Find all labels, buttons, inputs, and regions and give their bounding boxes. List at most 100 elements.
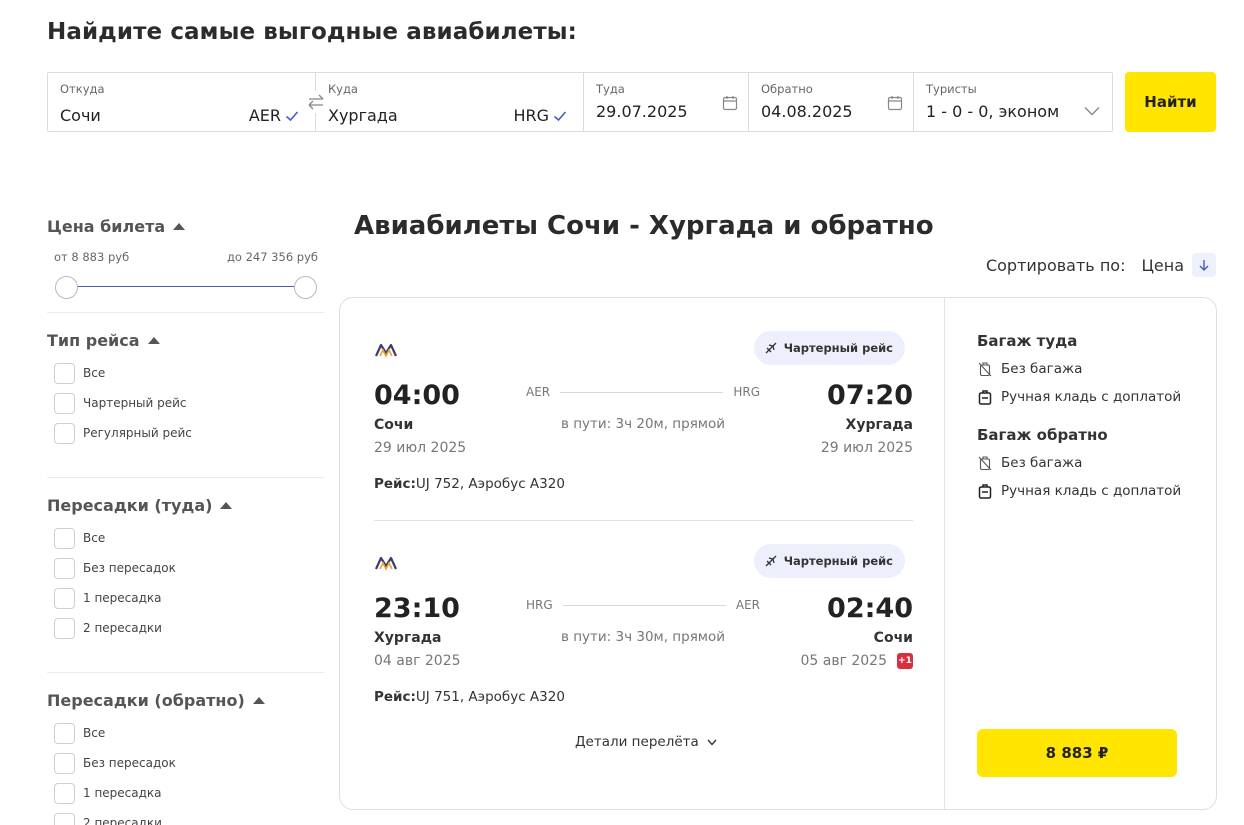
tourists-value: 1 - 0 - 0, эконом [926, 102, 1060, 121]
departure-city: Хургада [374, 630, 442, 646]
tourists-label: Туристы [926, 82, 977, 96]
flight-info-value: UJ 752, Аэробус А320 [415, 476, 565, 492]
depart-date-field[interactable]: Туда 29.07.2025 [584, 73, 749, 131]
chevron-down-icon [1084, 107, 1100, 116]
tourists-field[interactable]: Туристы 1 - 0 - 0, эконом [914, 73, 1112, 131]
price-min-handle[interactable] [55, 276, 78, 299]
stops-back-title[interactable]: Пересадки (обратно) [47, 691, 324, 710]
checkbox-label: Без пересадок [83, 561, 176, 575]
stops-there-title[interactable]: Пересадки (туда) [47, 496, 324, 515]
baggage-there-title: Багаж туда [977, 332, 1078, 350]
depart-value: 29.07.2025 [596, 102, 688, 121]
checkbox-row[interactable]: Все [47, 718, 324, 748]
checkbox[interactable] [54, 752, 75, 774]
checkbox[interactable] [54, 722, 75, 744]
check-icon [553, 110, 567, 121]
flight-type-label: Тип рейса [47, 331, 140, 350]
flight-type-title[interactable]: Тип рейса [47, 331, 324, 350]
checkbox-label: Все [83, 366, 106, 380]
flight-info-label: Рейс: [374, 476, 416, 492]
stops-there-label: Пересадки (туда) [47, 496, 213, 515]
checkbox-label: 2 пересадки [83, 621, 162, 635]
from-field[interactable]: Откуда Сочи AER [48, 73, 327, 131]
route-line: HRG AER [526, 598, 760, 612]
page-title: Найдите самые выгодные авиабилеты: [47, 19, 577, 45]
flight-duration: в пути: 3ч 30м, прямой [560, 629, 726, 645]
checkbox[interactable] [54, 587, 75, 609]
checkbox-row[interactable]: Без пересадок [47, 748, 324, 778]
divider [47, 672, 324, 673]
hand-luggage-icon [978, 484, 992, 499]
results-title: Авиабилеты Сочи - Хургада и обратно [354, 211, 934, 241]
price-min-label: от 8 883 руб [54, 250, 130, 264]
hand-luggage-label: Ручная кладь с доплатой [1001, 389, 1182, 405]
flight-info: Рейс:UJ 752, Аэробус А320 [374, 476, 565, 492]
charter-badge-label: Чартерный рейс [783, 554, 893, 568]
sort-value[interactable]: Цена [1141, 256, 1184, 275]
sort-control[interactable]: Сортировать по: Цена [986, 253, 1216, 277]
price-range-track[interactable] [66, 286, 306, 287]
arrival-time: 02:40 [827, 593, 913, 624]
departure-date: 29 июл 2025 [374, 440, 467, 456]
checkbox-row[interactable]: Без пересадок [47, 553, 324, 583]
flight-details-link[interactable]: Детали перелёта [575, 734, 717, 750]
from-code: AER [249, 106, 299, 125]
checkbox[interactable] [54, 617, 75, 639]
charter-badge: Чартерный рейс [753, 331, 905, 365]
from-value: Сочи [60, 106, 101, 125]
baggage-row: Ручная кладь с доплатой [977, 483, 1181, 499]
return-label: Обратно [761, 82, 813, 96]
stops-back-filter: Пересадки (обратно) Все Без пересадок 1 … [47, 691, 324, 825]
collapse-arrow-icon [220, 502, 233, 509]
ticket-flights: Чартерный рейс 04:00 AER HRG в пути: 3ч … [340, 298, 945, 809]
checkbox[interactable] [54, 362, 75, 384]
checkbox[interactable] [54, 422, 75, 444]
checkbox-label: Все [83, 726, 106, 740]
checkbox-row[interactable]: Все [47, 523, 324, 553]
sort-label: Сортировать по: [985, 255, 1126, 275]
return-value: 04.08.2025 [761, 102, 853, 121]
checkbox-row[interactable]: 2 пересадки [47, 613, 324, 643]
hand-luggage-icon [978, 390, 992, 405]
chevron-down-icon [707, 739, 717, 746]
check-icon [285, 110, 299, 121]
to-field[interactable]: Куда Хургада HRG [316, 73, 584, 131]
price-filter-title[interactable]: Цена билета [47, 217, 324, 236]
charter-badge: Чартерный рейс [753, 544, 905, 578]
arrival-city: Хургада [845, 417, 913, 433]
from-label: Откуда [60, 82, 105, 96]
checkbox[interactable] [54, 782, 75, 804]
price-filter-label: Цена билета [47, 217, 166, 236]
checkbox-row[interactable]: Все [47, 358, 324, 388]
departure-code: HRG [526, 598, 553, 612]
swap-icon[interactable] [305, 91, 327, 113]
leg-divider [374, 520, 913, 521]
checkbox[interactable] [54, 527, 75, 549]
price-range-labels: от 8 883 руб до 247 356 руб [54, 250, 318, 264]
checkbox-row[interactable]: 1 пересадка [47, 778, 324, 808]
checkbox-row[interactable]: 2 пересадки [47, 808, 324, 825]
checkbox[interactable] [54, 557, 75, 579]
departure-time: 23:10 [374, 593, 460, 624]
checkbox[interactable] [54, 392, 75, 414]
checkbox-row[interactable]: Регулярный рейс [47, 418, 324, 448]
return-date-field[interactable]: Обратно 04.08.2025 [749, 73, 914, 131]
price-max-handle[interactable] [294, 276, 317, 299]
sort-arrow-icon[interactable] [1192, 253, 1216, 277]
calendar-icon [887, 96, 903, 111]
price-button[interactable]: 8 883 ₽ [977, 729, 1177, 777]
arrival-date: 29 июл 2025 [821, 440, 913, 456]
baggage-row: Без багажа [977, 361, 1082, 377]
depart-label: Туда [596, 82, 625, 96]
stops-back-label: Пересадки (обратно) [47, 691, 245, 710]
divider [47, 312, 324, 313]
no-baggage-icon [978, 362, 992, 377]
checkbox-row[interactable]: 1 пересадка [47, 583, 324, 613]
checkbox[interactable] [54, 812, 75, 825]
checkbox-row[interactable]: Чартерный рейс [47, 388, 324, 418]
checkbox-label: Без пересадок [83, 756, 176, 770]
find-button[interactable]: Найти [1125, 72, 1216, 132]
flight-info-value: UJ 751, Аэробус А320 [415, 689, 565, 705]
charter-badge-label: Чартерный рейс [783, 341, 893, 355]
ticket-baggage-panel: Багаж туда Без багажа Ручная кладь с доп… [945, 298, 1217, 809]
